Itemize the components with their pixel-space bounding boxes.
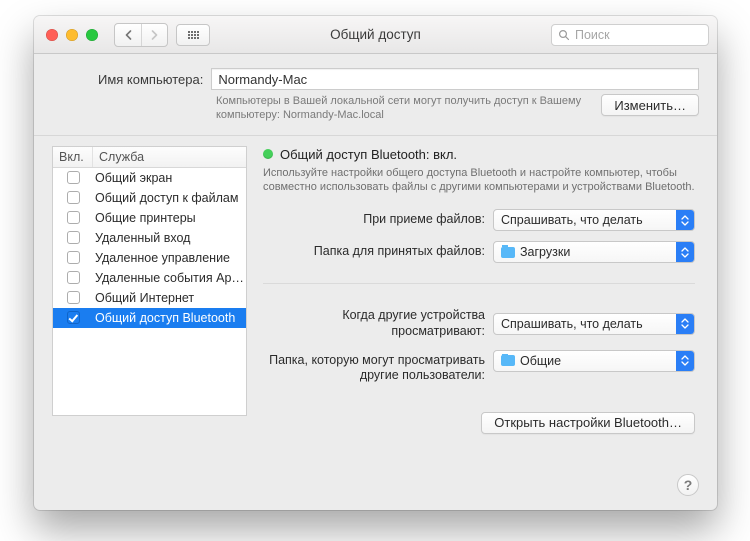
service-row[interactable]: Общий Интернет	[53, 288, 246, 308]
edit-hostname-button[interactable]: Изменить…	[601, 94, 699, 116]
browse-action-label: Когда другие устройства просматривают:	[263, 308, 485, 339]
folder-icon	[501, 355, 515, 366]
zoom-window-button[interactable]	[86, 29, 98, 41]
popup-arrows-icon	[676, 242, 694, 262]
separator	[263, 283, 695, 284]
service-label: Удаленный вход	[93, 231, 246, 245]
receive-folder-label: Папка для принятых файлов:	[263, 244, 485, 260]
service-checkbox[interactable]	[67, 291, 80, 304]
content-area: Имя компьютера: Компьютеры в Вашей локал…	[34, 54, 717, 510]
service-row[interactable]: Общие принтеры	[53, 208, 246, 228]
service-label: Общий доступ к файлам	[93, 191, 246, 205]
help-button[interactable]: ?	[677, 474, 699, 496]
search-icon	[558, 29, 570, 41]
service-row[interactable]: Удаленный вход	[53, 228, 246, 248]
service-row[interactable]: Удаленное управление	[53, 248, 246, 268]
popup-arrows-icon	[676, 351, 694, 371]
service-checkbox[interactable]	[67, 211, 80, 224]
computer-name-label: Имя компьютера:	[98, 72, 203, 87]
services-header: Вкл. Служба	[53, 147, 246, 168]
popup-arrows-icon	[676, 210, 694, 230]
chevron-right-icon	[150, 30, 159, 40]
popup-value: Спрашивать, что делать	[501, 213, 643, 227]
open-bluetooth-prefs-button[interactable]: Открыть настройки Bluetooth…	[481, 412, 695, 434]
chevron-left-icon	[124, 30, 133, 40]
receive-action-label: При приеме файлов:	[263, 212, 485, 228]
service-label: Общий Интернет	[93, 291, 246, 305]
search-input[interactable]	[575, 28, 702, 42]
receive-folder-popup[interactable]: Загрузки	[493, 241, 695, 263]
service-row[interactable]: Общий доступ Bluetooth	[53, 308, 246, 328]
service-checkbox[interactable]	[67, 171, 80, 184]
popup-value: Общие	[520, 354, 561, 368]
column-on[interactable]: Вкл.	[53, 147, 93, 167]
detail-pane: Общий доступ Bluetooth: вкл. Используйте…	[263, 146, 699, 498]
receive-action-popup[interactable]: Спрашивать, что делать	[493, 209, 695, 231]
service-label: Удаленное управление	[93, 251, 246, 265]
search-field[interactable]	[551, 24, 709, 46]
forward-button[interactable]	[141, 24, 167, 46]
nav-back-forward	[114, 23, 168, 47]
service-checkbox[interactable]	[67, 231, 80, 244]
popup-value: Загрузки	[520, 245, 570, 259]
column-service[interactable]: Служба	[93, 147, 246, 167]
browse-action-popup[interactable]: Спрашивать, что делать	[493, 313, 695, 335]
show-all-button[interactable]	[176, 24, 210, 46]
service-row[interactable]: Удаленные события Apple	[53, 268, 246, 288]
browse-folder-popup[interactable]: Общие	[493, 350, 695, 372]
services-table: Вкл. Служба Общий экран Общий доступ к фа…	[52, 146, 247, 416]
status-text: Общий доступ Bluetooth: вкл.	[280, 147, 457, 162]
titlebar: Общий доступ	[34, 16, 717, 54]
service-checkbox[interactable]	[67, 271, 80, 284]
service-label: Общие принтеры	[93, 211, 246, 225]
browse-folder-label: Папка, которую могут просматривать други…	[263, 350, 485, 384]
detail-description: Используйте настройки общего доступа Blu…	[263, 166, 699, 196]
folder-icon	[501, 247, 515, 258]
grid-icon	[188, 31, 199, 39]
service-checkbox[interactable]	[67, 251, 80, 264]
computer-name-hint: Компьютеры в Вашей локальной сети могут …	[216, 94, 591, 123]
service-checkbox[interactable]	[67, 311, 80, 324]
service-label: Общий экран	[93, 171, 246, 185]
close-window-button[interactable]	[46, 29, 58, 41]
service-checkbox[interactable]	[67, 191, 80, 204]
back-button[interactable]	[115, 24, 141, 46]
traffic-lights	[46, 29, 98, 41]
minimize-window-button[interactable]	[66, 29, 78, 41]
service-label: Удаленные события Apple	[93, 271, 246, 285]
popup-arrows-icon	[676, 314, 694, 334]
separator	[34, 135, 717, 136]
service-label: Общий доступ Bluetooth	[93, 311, 246, 325]
service-row[interactable]: Общий экран	[53, 168, 246, 188]
popup-value: Спрашивать, что делать	[501, 317, 643, 331]
service-row[interactable]: Общий доступ к файлам	[53, 188, 246, 208]
computer-name-input[interactable]	[211, 68, 699, 90]
sharing-prefs-window: Общий доступ Имя компьютера: Компьютеры …	[34, 16, 717, 510]
status-indicator-icon	[263, 149, 273, 159]
